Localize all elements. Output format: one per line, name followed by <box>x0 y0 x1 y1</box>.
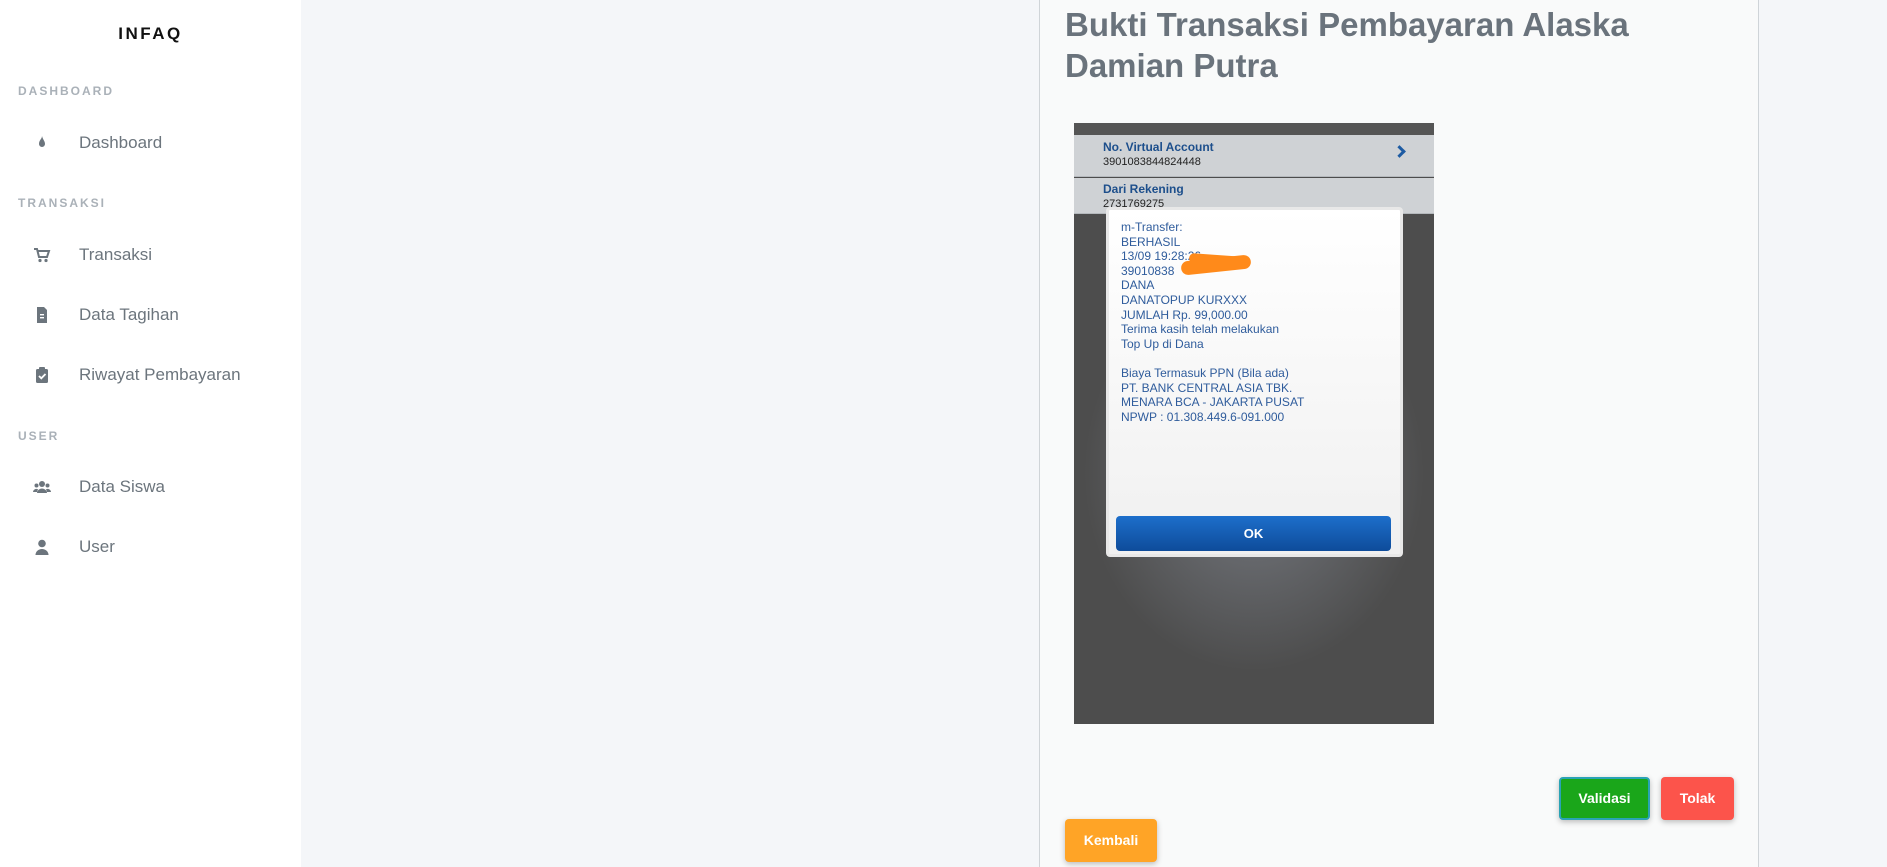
page-title: Bukti Transaksi Pembayaran Alaska Damian… <box>1065 6 1629 84</box>
receipt-row-virtual-account: No. Virtual Account 3901083844824448 <box>1074 135 1434 177</box>
sidebar-item-label: Data Siswa <box>79 477 165 496</box>
receipt-row-label: Dari Rekening <box>1103 182 1184 196</box>
brand-logo-text[interactable]: INFAQ <box>0 24 301 44</box>
transfer-success-dialog: m-Transfer: BERHASIL 13/09 19:28:26 3901… <box>1106 207 1403 557</box>
section-label-dashboard: DASHBOARD <box>18 84 114 98</box>
sidebar: INFAQ DASHBOARD Dashboard TRANSAKSI Tran… <box>0 0 301 867</box>
cart-icon <box>34 248 51 263</box>
sidebar-item-label: Transaksi <box>79 245 153 264</box>
user-icon <box>35 539 49 555</box>
section-label-transaksi: TRANSAKSI <box>18 196 107 210</box>
main-content: Bukti Transaksi Pembayaran Alaska Damian… <box>301 0 1887 867</box>
users-icon <box>33 481 51 493</box>
section-label-user: USER <box>18 429 60 443</box>
sidebar-item-label: Dashboard <box>79 133 163 152</box>
sidebar-item-data-siswa[interactable]: Data Siswa <box>0 467 301 507</box>
sidebar-item-label: Riwayat Pembayaran <box>79 365 241 384</box>
sidebar-item-transaksi[interactable]: Transaksi <box>0 235 301 275</box>
payment-proof-card: Bukti Transaksi Pembayaran Alaska Damian… <box>1039 0 1759 867</box>
sidebar-item-label: Data Tagihan <box>79 305 179 324</box>
dialog-ok-button: OK <box>1116 516 1391 551</box>
dialog-message: m-Transfer: BERHASIL 13/09 19:28:26 3901… <box>1121 220 1305 424</box>
tolak-button[interactable]: Tolak <box>1661 777 1734 820</box>
clipboard-check-icon <box>36 367 48 383</box>
receipt-row-label: No. Virtual Account <box>1103 140 1214 154</box>
sidebar-item-user[interactable]: User <box>0 527 301 567</box>
sidebar-item-data-tagihan[interactable]: Data Tagihan <box>0 295 301 335</box>
chevron-right-icon <box>1393 145 1406 158</box>
receipt-topbar <box>1074 123 1434 135</box>
fire-icon <box>39 136 45 147</box>
kembali-button[interactable]: Kembali <box>1065 819 1157 862</box>
sidebar-item-dashboard[interactable]: Dashboard <box>0 123 301 163</box>
invoice-icon <box>37 307 47 323</box>
receipt-image: No. Virtual Account 3901083844824448 Dar… <box>1074 123 1434 724</box>
sidebar-item-riwayat-pembayaran[interactable]: Riwayat Pembayaran <box>0 355 301 395</box>
receipt-row-value: 3901083844824448 <box>1103 156 1201 168</box>
validasi-button[interactable]: Validasi <box>1559 777 1650 820</box>
sidebar-item-label: User <box>79 537 115 556</box>
